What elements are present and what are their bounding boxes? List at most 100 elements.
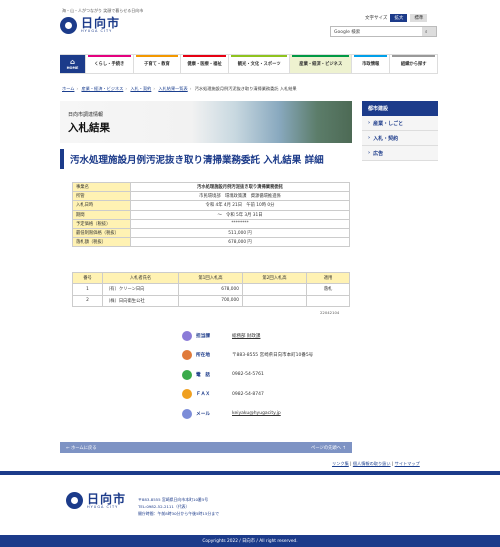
contact-label: 電 話	[196, 372, 211, 378]
bid-note: 落札	[306, 283, 350, 296]
back-home-label: ホームに戻る	[70, 445, 97, 451]
page-top-label: ページの先頭へ	[311, 445, 342, 451]
nav-item-citygov[interactable]: 市政情報	[352, 55, 391, 73]
footer-addr: 〒883-8555 宮崎県日向市本町10番5号	[138, 497, 209, 502]
fax-icon	[182, 389, 192, 400]
breadcrumb-results-list[interactable]: 入札結果一覧表	[158, 86, 187, 91]
bid-name: （有）クリーン日向	[102, 283, 179, 296]
page-banner: 日向市調達情報 入札結果	[60, 101, 352, 143]
copyright: Copyrights 2022 / 日向市 / All right reserv…	[0, 535, 500, 547]
sidebar-item-bidding[interactable]: 入札・契約	[362, 131, 438, 146]
search-input[interactable]: Google 検索	[331, 29, 422, 35]
bid-name: （株）日向衛生公社	[102, 294, 179, 307]
col-bidder: 入札者氏名	[102, 271, 179, 285]
magnifier-icon: ⌕	[425, 29, 428, 35]
nav-item-childcare[interactable]: 子育て・教育	[134, 55, 182, 73]
map-pin-icon	[182, 350, 192, 361]
font-standard-button[interactable]: 標準	[410, 14, 428, 22]
detail-value: 令和 4年 4月 21日 午前 10時 0分	[130, 200, 350, 211]
contact-address: 〒883-8555 宮崎県日向市本町10番5号	[232, 353, 314, 359]
breadcrumb-industry[interactable]: 産業・経済・ビジネス	[81, 86, 123, 91]
footer-link-privacy[interactable]: 個人情報の取り扱い	[353, 461, 391, 466]
bid-no: 2	[72, 294, 103, 307]
bid-round2	[242, 283, 307, 296]
col-note: 適用	[306, 271, 350, 285]
col-no: 番号	[72, 271, 103, 285]
nav-item-tourism[interactable]: 観光・文化・スポーツ	[229, 55, 291, 73]
mail-icon	[182, 408, 192, 419]
back-home-link[interactable]: ← ホームに戻る	[66, 445, 97, 451]
bid-table: 番号 入札者氏名 第1回入札高 第2回入札高 適用 1 （有）クリーン日向 67…	[72, 271, 350, 307]
detail-key: 最低制限価格（税抜）	[72, 227, 131, 239]
table-header-row: 番号 入札者氏名 第1回入札高 第2回入札高 適用	[72, 271, 350, 285]
search-button[interactable]: ⌕	[422, 27, 436, 36]
page-nav-bar: ← ホームに戻る ページの先頭へ ↑	[60, 442, 352, 453]
footer-logo-name: 日向市	[87, 491, 127, 506]
detail-table: 事業名 汚水処理施設月例汚泥抜き取り清掃業務委託 所管 市民環境部 環境政策課 資源…	[72, 181, 350, 248]
record-code: 22042104	[320, 310, 340, 315]
banner-subtitle: 日向市調達情報	[68, 112, 104, 118]
city-emblem-icon	[60, 16, 77, 34]
contact-label: 所在地	[196, 353, 211, 359]
global-nav: ⌂ HOME くらし・手続き 子育て・教育 健康・医療・福祉 観光・文化・スポーツ…	[60, 54, 439, 74]
sidebar-header[interactable]: 都市建設	[362, 101, 438, 116]
detail-value: 678,000 円	[130, 237, 350, 248]
table-row: 期間〜 令和 5年 3月 31日	[72, 209, 350, 220]
font-large-button[interactable]: 拡大	[390, 14, 408, 22]
detail-key: 所管	[72, 191, 131, 202]
breadcrumb-bidding[interactable]: 入札・契約	[130, 86, 151, 91]
detail-key: 事業名	[72, 181, 131, 193]
footer-link-links[interactable]: リンク集	[332, 461, 349, 466]
footer-logo[interactable]: 日向市 HYUGA CITY	[66, 492, 126, 509]
sidebar: 都市建設 産業・しごと 入札・契約 広告	[362, 101, 438, 161]
department-link[interactable]: 総務部 財政課	[232, 333, 260, 339]
contact-phone: 0982-54-5761	[232, 372, 264, 378]
footer-links: リンク集 | 個人情報の取り扱い | サイトマップ	[332, 461, 420, 466]
detail-value: 市民環境部 環境政策課 資源循環推進係	[130, 191, 350, 202]
breadcrumb-home[interactable]: ホーム	[62, 86, 74, 91]
nav-item-industry[interactable]: 産業・経済・ビジネス	[290, 55, 353, 73]
footer-hours: 開庁時間：午前8時30分から午後5時15分まで	[138, 511, 219, 516]
table-row: 1 （有）クリーン日向 678,000 落札	[72, 283, 350, 296]
contact-email-link[interactable]: keiyaku@hyugacity.jp	[232, 411, 281, 416]
footer-address: 〒883-8555 宮崎県日向市本町10番5号 TEL:0982-52-2111…	[138, 496, 219, 517]
font-size-label: 文字サイズ	[365, 16, 388, 21]
search-box[interactable]: Google 検索 ⌕	[330, 26, 437, 37]
footer-tel: TEL:0982-52-2111（代表）	[138, 504, 190, 509]
detail-key: 入札日時	[72, 200, 131, 211]
table-row: 最低制限価格（税抜） 511,000 円	[72, 227, 350, 239]
banner-title: 入札結果	[68, 122, 110, 134]
detail-key: 期間	[72, 209, 131, 220]
table-row: 予定価格（税抜） ********	[72, 218, 350, 229]
bid-round2	[242, 294, 307, 307]
footer-link-sitemap[interactable]: サイトマップ	[395, 461, 420, 466]
page-top-link[interactable]: ページの先頭へ ↑	[311, 445, 346, 451]
contact-row: メール keiyaku@hyugacity.jp	[182, 404, 352, 424]
table-row: 2 （株）日向衛生公社 700,000	[72, 294, 350, 307]
page-title: 汚水処理施設月例汚泥抜き取り清掃業務委託 入札結果 詳細	[60, 149, 352, 169]
nav-item-health[interactable]: 健康・医療・福祉	[181, 55, 229, 73]
contact-row: 所在地 〒883-8555 宮崎県日向市本町10番5号	[182, 346, 352, 366]
breadcrumb-current: 汚水処理施設月例汚泥抜き取り清掃業務委託 入札結果	[194, 86, 297, 91]
font-size-control: 文字サイズ 拡大 標準	[365, 14, 428, 22]
nav-home[interactable]: ⌂ HOME	[60, 55, 86, 73]
table-row: 入札日時 令和 4年 4月 21日 午前 10時 0分	[72, 200, 350, 211]
logo-name: 日向市	[81, 16, 121, 30]
col-round1: 第1回入札高	[178, 271, 243, 285]
nav-item-life[interactable]: くらし・手続き	[86, 55, 134, 73]
nav-item-org[interactable]: 組織から探す	[390, 55, 439, 73]
contact-row: 電 話 0982-54-5761	[182, 365, 352, 385]
bid-note	[306, 294, 350, 307]
person-icon	[182, 330, 192, 341]
detail-value: ********	[130, 218, 350, 229]
table-row: 落札額（税抜） 678,000 円	[72, 237, 350, 248]
contact-row: 担当課 総務部 財政課	[182, 326, 352, 346]
site-logo[interactable]: 日向市 HYUGA CITY	[60, 13, 140, 37]
detail-value: 〜 令和 5年 3月 31日	[130, 209, 350, 220]
detail-key: 予定価格（税抜）	[72, 218, 131, 229]
sidebar-item-industry[interactable]: 産業・しごと	[362, 116, 438, 131]
detail-value: 511,000 円	[130, 227, 350, 239]
sidebar-item-ads[interactable]: 広告	[362, 146, 438, 161]
contact-label: ＦＡＸ	[196, 392, 211, 398]
contact-label: メール	[196, 411, 211, 417]
